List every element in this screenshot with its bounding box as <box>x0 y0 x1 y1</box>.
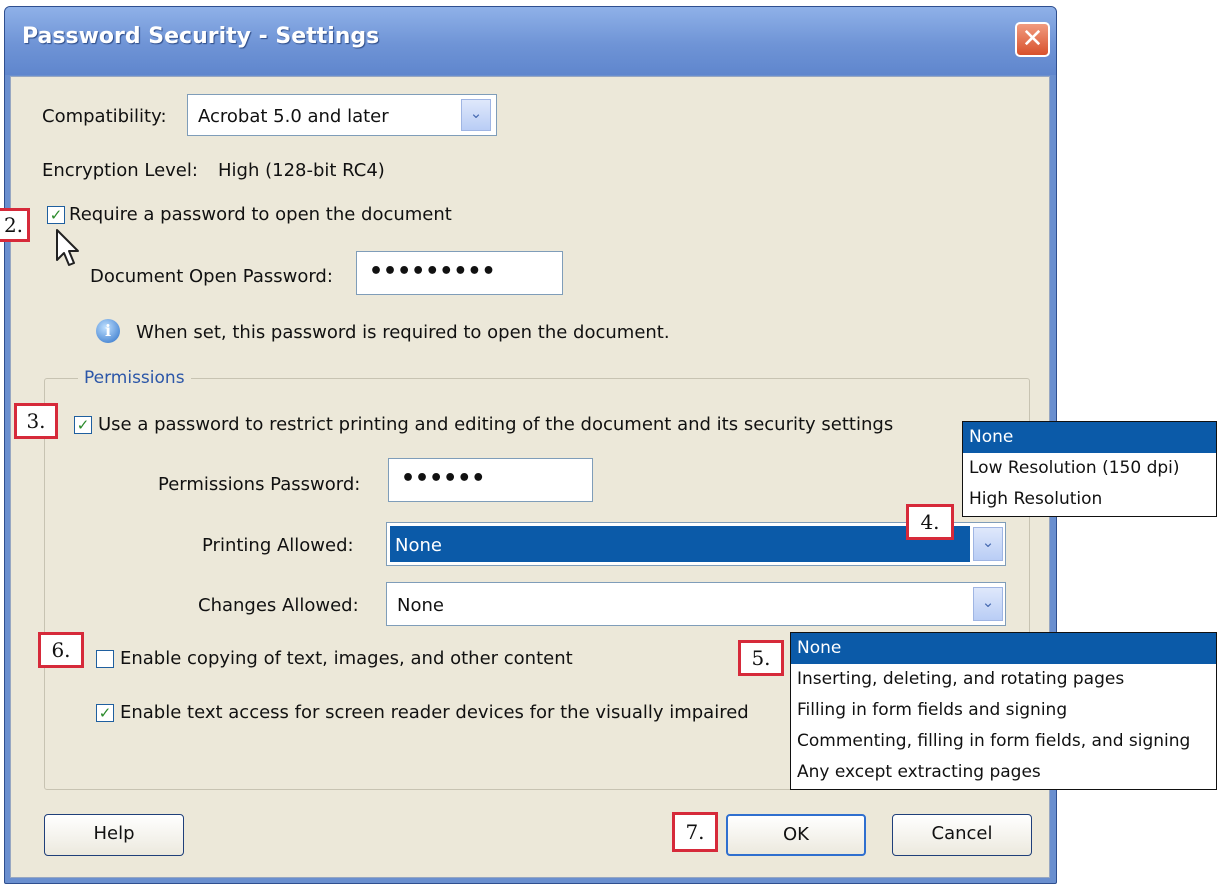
close-icon: ✕ <box>1021 24 1044 54</box>
printing-selection-highlight <box>390 526 970 562</box>
close-button[interactable]: ✕ <box>1015 22 1050 57</box>
compatibility-value: Acrobat 5.0 and later <box>198 106 389 127</box>
permissions-password-input[interactable]: •••••• <box>388 458 593 502</box>
callout-step-3: 3. <box>14 403 58 439</box>
enable-text-access-checkbox[interactable]: ✓ <box>96 704 114 722</box>
printing-option-high-res[interactable]: High Resolution <box>963 484 1216 515</box>
cancel-button[interactable]: Cancel <box>892 814 1032 856</box>
require-open-password-checkbox[interactable]: ✓ <box>47 206 65 224</box>
changes-option-form-fields[interactable]: Filling in form fields and signing <box>791 695 1216 726</box>
printing-options-list: None Low Resolution (150 dpi) High Resol… <box>962 421 1217 517</box>
restrict-password-label[interactable]: Use a password to restrict printing and … <box>98 414 893 435</box>
printing-option-none[interactable]: None <box>963 422 1216 453</box>
changes-allowed-value: None <box>397 595 444 616</box>
callout-step-6: 6. <box>38 632 84 668</box>
changes-option-any-except-extracting[interactable]: Any except extracting pages <box>791 757 1216 788</box>
callout-step-4: 4. <box>906 504 954 540</box>
printing-allowed-label: Printing Allowed: <box>202 535 354 556</box>
compatibility-label: Compatibility: <box>42 106 167 127</box>
ok-button[interactable]: OK <box>726 814 866 856</box>
mouse-cursor-icon <box>56 229 79 266</box>
callout-step-2: 2. <box>0 208 30 242</box>
permissions-password-label: Permissions Password: <box>158 474 361 495</box>
info-icon: i <box>96 319 120 343</box>
enable-copying-checkbox[interactable] <box>96 650 114 668</box>
compatibility-select[interactable]: Acrobat 5.0 and later ⌄ <box>187 94 497 136</box>
restrict-password-checkbox[interactable]: ✓ <box>74 416 92 434</box>
require-open-password-label[interactable]: Require a password to open the document <box>69 204 452 225</box>
window-title: Password Security - Settings <box>22 24 380 49</box>
encryption-label: Encryption Level: <box>42 160 198 181</box>
chevron-down-icon[interactable]: ⌄ <box>973 527 1003 561</box>
printing-allowed-value: None <box>395 535 442 556</box>
callout-step-5: 5. <box>738 640 784 676</box>
enable-copying-label[interactable]: Enable copying of text, images, and othe… <box>120 648 573 669</box>
chevron-down-icon[interactable]: ⌄ <box>973 587 1003 621</box>
info-text: When set, this password is required to o… <box>136 322 670 343</box>
changes-option-pages[interactable]: Inserting, deleting, and rotating pages <box>791 664 1216 695</box>
printing-option-low-res[interactable]: Low Resolution (150 dpi) <box>963 453 1216 484</box>
help-button[interactable]: Help <box>44 814 184 856</box>
changes-allowed-label: Changes Allowed: <box>198 595 359 616</box>
changes-options-list: None Inserting, deleting, and rotating p… <box>790 632 1217 790</box>
open-password-input[interactable]: ••••••••• <box>356 251 563 295</box>
encryption-value: High (128-bit RC4) <box>218 160 385 181</box>
permissions-legend: Permissions <box>78 368 191 388</box>
changes-allowed-select[interactable]: None ⌄ <box>386 582 1006 626</box>
changes-option-commenting[interactable]: Commenting, filling in form fields, and … <box>791 726 1216 757</box>
changes-option-none[interactable]: None <box>791 633 1216 664</box>
open-password-label: Document Open Password: <box>90 266 333 287</box>
chevron-down-icon[interactable]: ⌄ <box>461 99 491 131</box>
enable-text-access-label[interactable]: Enable text access for screen reader dev… <box>120 702 749 723</box>
callout-step-7: 7. <box>672 812 718 852</box>
